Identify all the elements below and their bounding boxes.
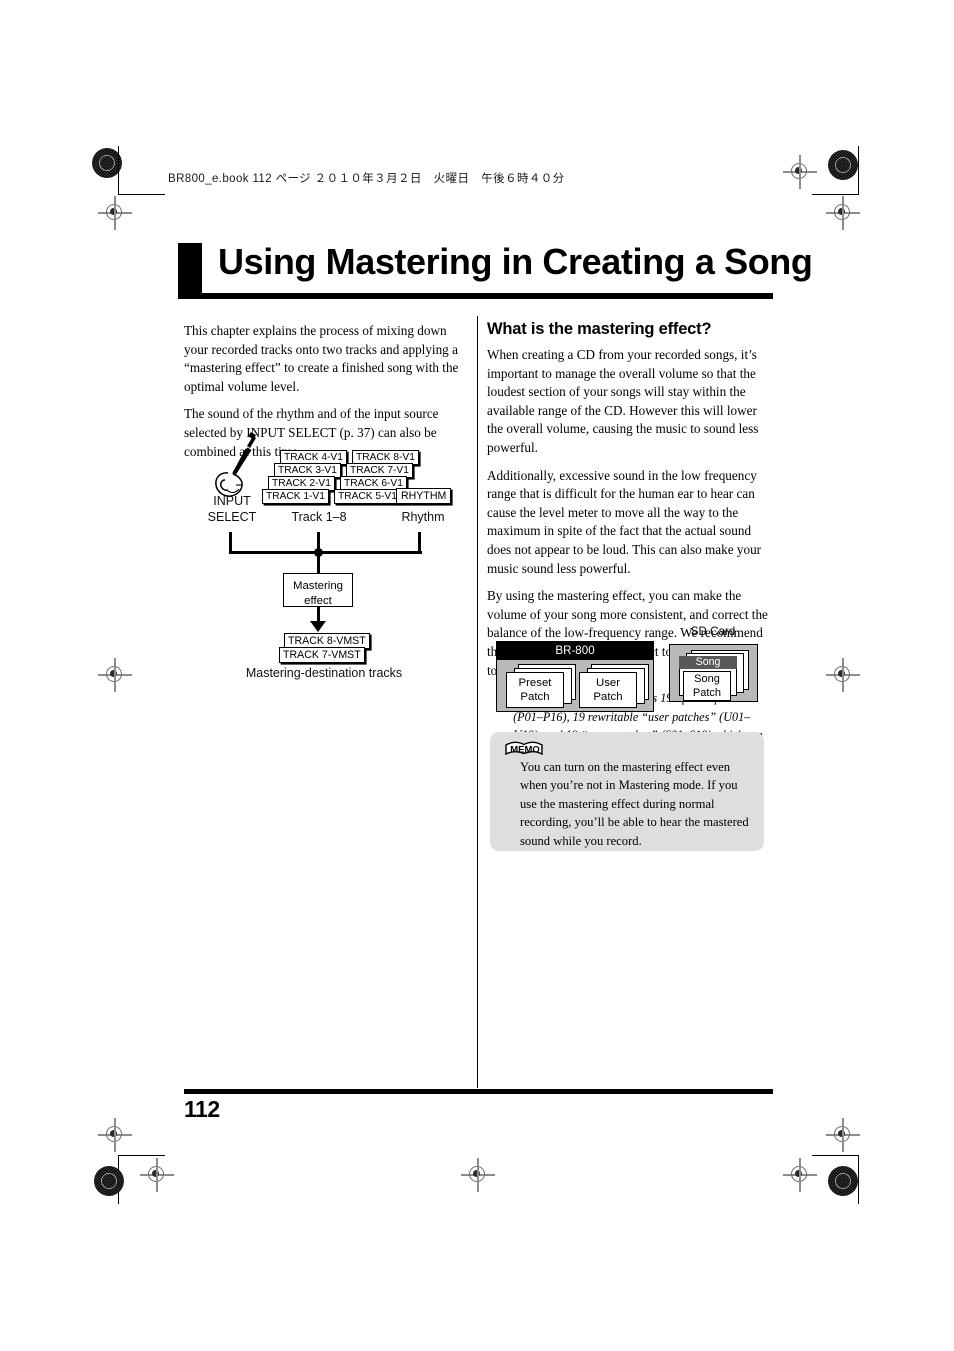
registration-cross-left-top	[98, 196, 132, 230]
patch-storage-diagram: BR-800 Preset Patch User Patch SD Card S…	[496, 625, 762, 716]
destination-caption: Mastering-destination tracks	[245, 666, 403, 680]
preset-patch-card-front: Preset Patch	[506, 672, 564, 708]
preset-patch-line1: Preset	[518, 677, 552, 689]
intro-paragraph-1: This chapter explains the process of mix…	[184, 323, 459, 394]
section-heading: What is the mastering effect?	[487, 320, 712, 338]
crop-mark-top-left	[118, 146, 165, 195]
registration-cross-bottom-left-inner	[140, 1158, 174, 1192]
right-paragraph-1: When creating a CD from your recorded so…	[487, 347, 759, 455]
column-divider	[477, 316, 478, 1088]
mastering-effect-line1: Mastering	[292, 580, 343, 592]
print-job-line: BR800_e.book 112 ページ ２０１０年３月２日 火曜日 午後６時４…	[168, 173, 565, 185]
song-patch-card: Song Patch	[683, 671, 731, 701]
registration-cross-left-bottom	[98, 1118, 132, 1152]
sd-card-label: SD Card	[690, 625, 736, 638]
registration-cross-right-top	[826, 196, 860, 230]
registration-cross-bottom-center	[461, 1158, 495, 1192]
registration-cross-left-mid	[98, 658, 132, 692]
preset-patch-stack: Preset Patch	[506, 664, 576, 708]
flow-arrowhead	[310, 621, 326, 632]
title-underline-rule	[202, 293, 773, 299]
signal-flow-diagram: INPUT SELECT TRACK 4-V1 TRACK 3-V1 TRACK…	[184, 428, 464, 680]
destination-track-7: TRACK 7-VMST	[279, 647, 365, 663]
user-patch-line1: User	[595, 677, 621, 689]
br800-label: BR-800	[497, 642, 653, 660]
user-patch-line2: Patch	[593, 691, 623, 703]
preset-patch-line2: Patch	[520, 691, 550, 703]
user-patch-card-front: User Patch	[579, 672, 637, 708]
song-patch-line1: Song	[694, 673, 720, 685]
input-select-label-line1: INPUT	[213, 494, 251, 508]
song-header-label: Song	[679, 656, 737, 669]
chapter-title-block: Using Mastering in Creating a Song	[178, 241, 813, 299]
memo-box: MEMO You can turn on the mastering effec…	[490, 732, 764, 851]
song-patch-line2: Patch	[692, 687, 722, 699]
memo-icon-label: MEMO	[510, 745, 540, 756]
flow-bus-bar	[229, 551, 422, 555]
registration-dot-bottom-left	[94, 1166, 124, 1196]
footer-rule	[184, 1089, 773, 1094]
input-select-label-line2: SELECT	[207, 510, 257, 524]
mastering-effect-box: Mastering effect	[283, 573, 353, 607]
song-card-stack: Song Song Patch	[677, 650, 753, 701]
page-title: Using Mastering in Creating a Song	[218, 241, 813, 282]
track-box-1: TRACK 1-V1	[262, 489, 329, 504]
registration-cross-bottom-right-inner	[783, 1158, 817, 1192]
registration-dot-bottom-right	[828, 1166, 858, 1196]
page-number: 112	[184, 1096, 220, 1122]
registration-dot-top-right	[828, 150, 858, 180]
guitar-icon	[215, 431, 257, 497]
flow-line-to-mastering	[317, 551, 321, 573]
title-accent-bar	[178, 243, 202, 299]
rhythm-label: Rhythm	[401, 510, 445, 524]
memo-text: You can turn on the mastering effect eve…	[520, 760, 749, 848]
mastering-effect-line2: effect	[304, 595, 332, 607]
registration-cross-right-mid	[826, 658, 860, 692]
memo-icon: MEMO	[505, 741, 543, 756]
right-paragraph-2: Additionally, excessive sound in the low…	[487, 467, 762, 576]
user-patch-stack: User Patch	[579, 664, 649, 708]
registration-cross-right-bottom	[826, 1118, 860, 1152]
rhythm-box: RHYTHM	[396, 488, 452, 504]
track-group-label: Track 1–8	[291, 510, 347, 524]
track-box-5: TRACK 5-V1	[334, 489, 401, 504]
